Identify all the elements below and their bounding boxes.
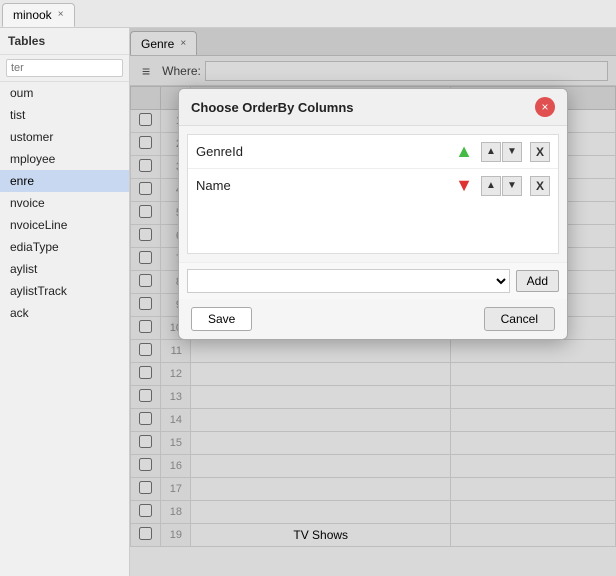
app-window: minook × Tables oum tist ustomer	[0, 0, 616, 576]
sidebar-item-nvoiceline[interactable]: nvoiceLine	[0, 214, 129, 236]
modal-header: Choose OrderBy Columns ×	[179, 89, 567, 126]
sidebar-item-nvoice[interactable]: nvoice	[0, 192, 129, 214]
sort-buttons-genreid: ▲ ▼	[481, 142, 522, 162]
app-tab-close-icon[interactable]: ×	[58, 10, 64, 20]
column-select[interactable]	[187, 269, 510, 293]
cancel-button[interactable]: Cancel	[484, 307, 555, 331]
sidebar-header: Tables	[0, 28, 129, 55]
remove-button-genreid[interactable]: X	[530, 142, 550, 162]
content-area: Genre × ≡ Where: 🔑 genreid	[130, 28, 616, 576]
sidebar-list: oum tist ustomer mployee enre nvoice	[0, 82, 129, 576]
orderby-modal: Choose OrderBy Columns × GenreId ▲ ▲	[178, 88, 568, 340]
sidebar-item-ustomer[interactable]: ustomer	[0, 126, 129, 148]
sort-asc-button-name[interactable]: ▲	[481, 176, 501, 196]
sidebar-search-input[interactable]	[6, 59, 123, 77]
sort-buttons-name: ▲ ▼	[481, 176, 522, 196]
sidebar-item-tist[interactable]: tist	[0, 104, 129, 126]
modal-footer: Save Cancel	[179, 299, 567, 339]
modal-row-label-genreid: GenreId	[196, 144, 447, 159]
sidebar-item-ack[interactable]: ack	[0, 302, 129, 324]
sidebar-item-aylisttrack[interactable]: aylistTrack	[0, 280, 129, 302]
app-tab-label: minook	[13, 8, 52, 22]
sort-desc-button-name[interactable]: ▼	[502, 176, 522, 196]
modal-close-icon: ×	[541, 101, 548, 113]
modal-row-label-name: Name	[196, 178, 447, 193]
modal-column-list: GenreId ▲ ▲ ▼ X Name ▼	[187, 134, 559, 254]
app-tab-minook[interactable]: minook ×	[2, 3, 75, 27]
sidebar-item-mployee[interactable]: mployee	[0, 148, 129, 170]
save-button[interactable]: Save	[191, 307, 252, 331]
sidebar-item-aylist[interactable]: aylist	[0, 258, 129, 280]
arrow-down-icon-name: ▼	[455, 175, 473, 196]
sidebar-item-oum[interactable]: oum	[0, 82, 129, 104]
modal-overlay: Choose OrderBy Columns × GenreId ▲ ▲	[130, 28, 616, 576]
modal-row-genreid: GenreId ▲ ▲ ▼ X	[188, 135, 558, 169]
app-tab-bar: minook ×	[0, 0, 616, 28]
modal-add-row: Add	[179, 262, 567, 299]
arrow-up-icon-genreid: ▲	[455, 141, 473, 162]
sidebar-item-enre[interactable]: enre	[0, 170, 129, 192]
modal-title: Choose OrderBy Columns	[191, 100, 354, 115]
modal-close-button[interactable]: ×	[535, 97, 555, 117]
sort-asc-button-genreid[interactable]: ▲	[481, 142, 501, 162]
sort-desc-button-genreid[interactable]: ▼	[502, 142, 522, 162]
sidebar: Tables oum tist ustomer mployee enre	[0, 28, 130, 576]
sidebar-search-area	[0, 55, 129, 82]
remove-button-name[interactable]: X	[530, 176, 550, 196]
main-area: Tables oum tist ustomer mployee enre	[0, 28, 616, 576]
sidebar-item-ediatype[interactable]: ediaType	[0, 236, 129, 258]
add-column-button[interactable]: Add	[516, 270, 559, 292]
modal-row-name: Name ▼ ▲ ▼ X	[188, 169, 558, 202]
